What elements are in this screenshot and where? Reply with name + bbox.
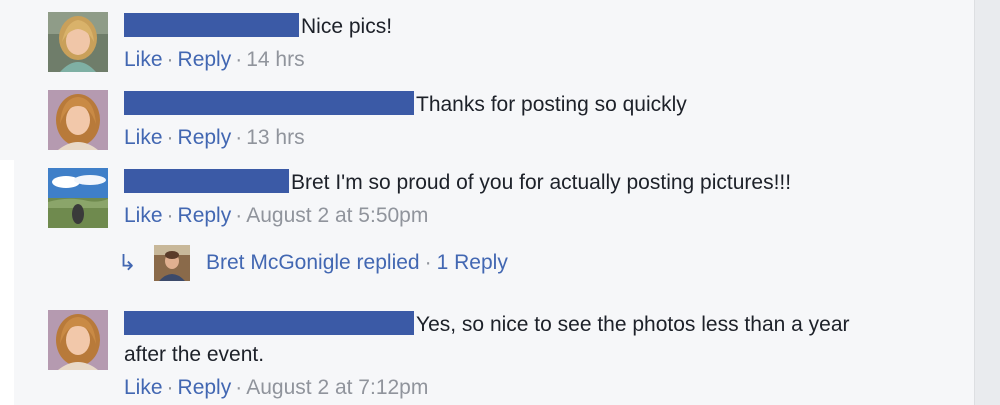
separator: · <box>166 48 174 71</box>
comment-content: Bret I'm so proud of you for actually po… <box>124 168 924 231</box>
like-link[interactable]: Like <box>124 126 163 149</box>
comment-text: Yes, so nice to see the photos less than… <box>416 313 850 336</box>
comment-text-line: Thanks for posting so quickly <box>124 90 924 120</box>
left-page-edge <box>0 160 14 405</box>
comment-text: Nice pics! <box>301 15 393 38</box>
redacted-commenter-name <box>124 91 414 115</box>
reply-summary[interactable]: ↳ Bret McGonigle replied · 1 Reply <box>118 244 508 282</box>
comment-timestamp[interactable]: August 2 at 7:12pm <box>246 376 428 399</box>
reply-link[interactable]: Reply <box>178 204 232 227</box>
comment-actions: Like · Reply · 13 hrs <box>124 123 924 153</box>
like-link[interactable]: Like <box>124 48 163 71</box>
commenter-avatar[interactable] <box>48 90 108 150</box>
separator: · <box>235 126 243 149</box>
replied-label[interactable]: Bret McGonigle replied <box>206 251 420 274</box>
right-scroll-gutter <box>974 0 1000 405</box>
comment-actions: Like · Reply · August 2 at 5:50pm <box>124 201 924 231</box>
comment-text-line: Yes, so nice to see the photos less than… <box>124 310 924 340</box>
reply-summary-text[interactable]: Bret McGonigle replied · 1 Reply <box>206 251 508 275</box>
reply-link[interactable]: Reply <box>178 126 232 149</box>
comment-actions: Like · Reply · August 2 at 7:12pm <box>124 373 924 403</box>
comment-text-line: Nice pics! <box>124 12 924 42</box>
separator: · <box>235 376 243 399</box>
separator: · <box>166 126 174 149</box>
comment-timestamp[interactable]: 14 hrs <box>246 48 304 71</box>
redacted-commenter-name <box>124 169 289 193</box>
comment-text: Bret I'm so proud of you for actually po… <box>291 171 792 194</box>
like-link[interactable]: Like <box>124 376 163 399</box>
commenter-avatar[interactable] <box>48 12 108 72</box>
comment-text: Thanks for posting so quickly <box>416 93 687 116</box>
reply-arrow-icon: ↳ <box>118 250 137 275</box>
like-link[interactable]: Like <box>124 204 163 227</box>
redacted-commenter-name <box>124 311 414 335</box>
comment-content: Nice pics! Like · Reply · 14 hrs <box>124 12 924 75</box>
reply-link[interactable]: Reply <box>178 376 232 399</box>
replier-avatar[interactable] <box>154 245 190 281</box>
reply-count[interactable]: 1 Reply <box>437 251 508 274</box>
comment-content: Thanks for posting so quickly Like · Reply… <box>124 90 924 153</box>
reply-link[interactable]: Reply <box>178 48 232 71</box>
comment-timestamp[interactable]: August 2 at 5:50pm <box>246 204 428 227</box>
commenter-avatar[interactable] <box>48 168 108 228</box>
comment-actions: Like · Reply · 14 hrs <box>124 45 924 75</box>
redacted-commenter-name <box>124 13 299 37</box>
comment-content: Yes, so nice to see the photos less than… <box>124 310 924 403</box>
separator: · <box>235 48 243 71</box>
separator: · <box>424 251 432 274</box>
comment-text-continuation: after the event. <box>124 343 265 366</box>
commenter-avatar[interactable] <box>48 310 108 370</box>
separator: · <box>235 204 243 227</box>
comment-text-line: Bret I'm so proud of you for actually po… <box>124 168 924 198</box>
separator: · <box>166 204 174 227</box>
comment-timestamp[interactable]: 13 hrs <box>246 126 304 149</box>
separator: · <box>166 376 174 399</box>
